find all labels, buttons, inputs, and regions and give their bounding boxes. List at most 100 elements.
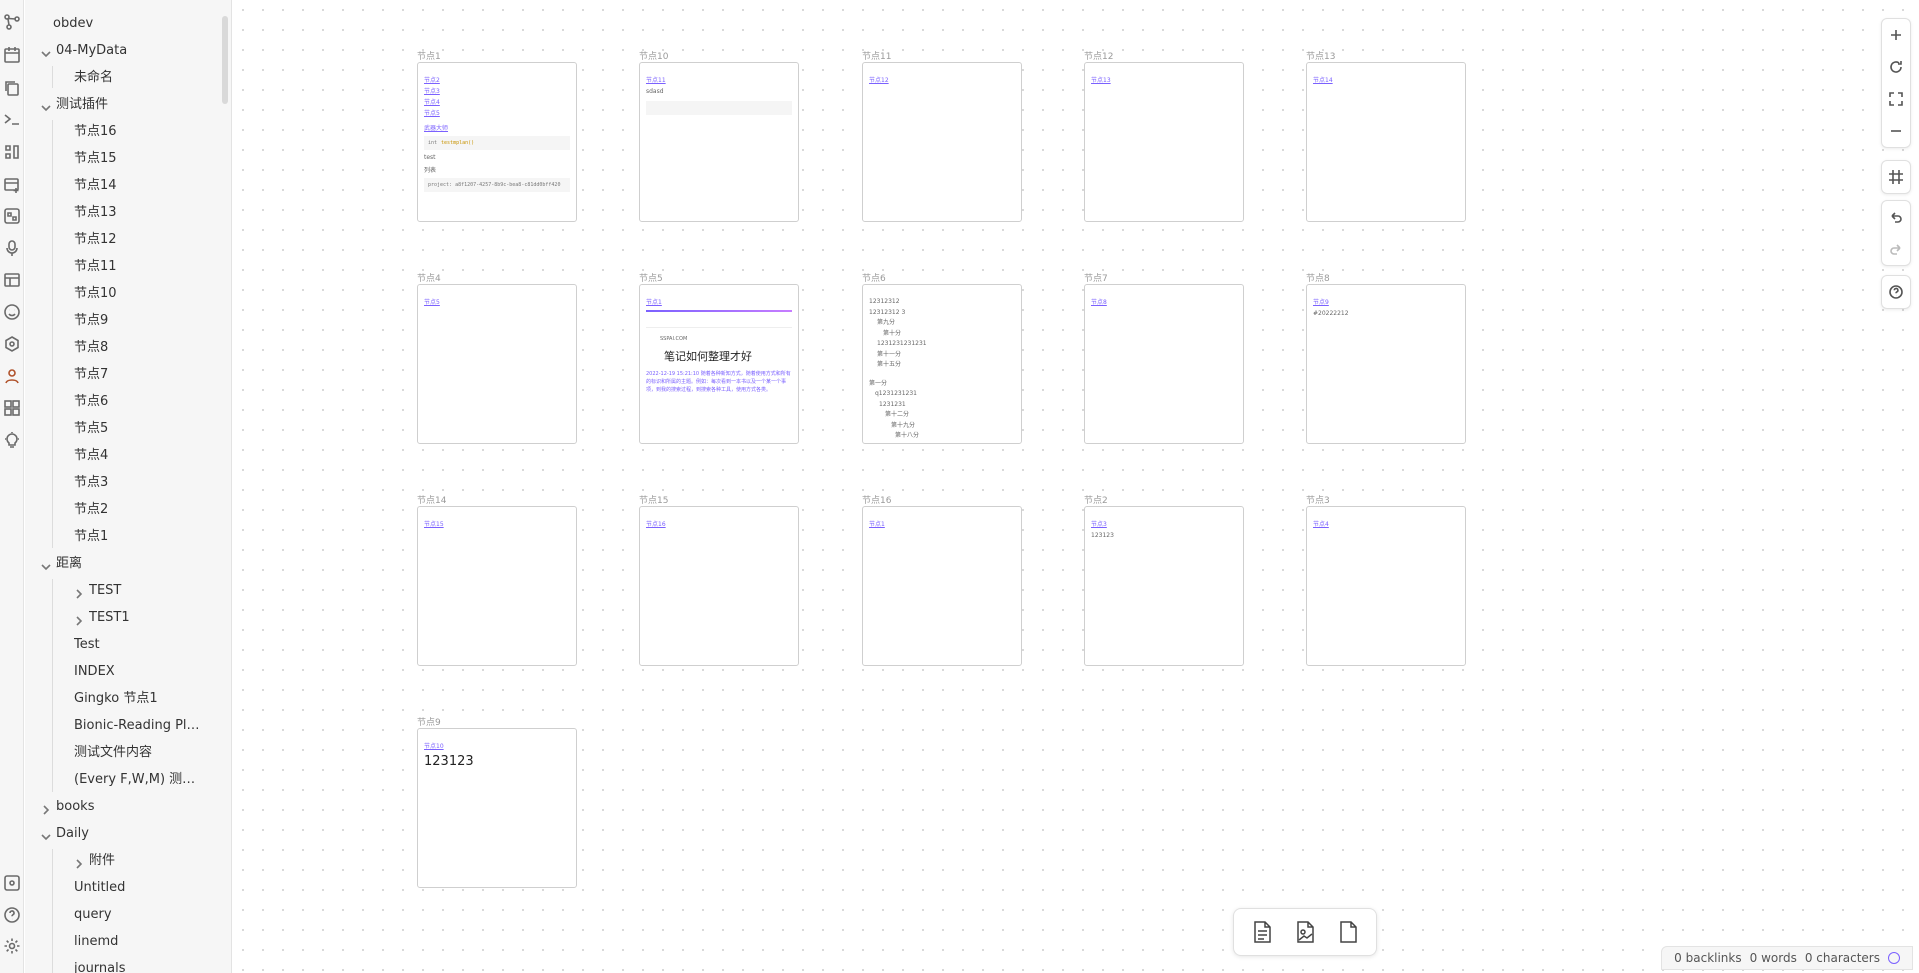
canvas-node[interactable]: 节点11 sdasd bbox=[639, 62, 799, 222]
help-icon[interactable] bbox=[1882, 276, 1910, 308]
tree-file[interactable]: 测试文件内容 bbox=[74, 741, 203, 765]
canvas-node[interactable]: 12312312 12312312 3 第九分 第十分 1231231231231 第十一… bbox=[862, 284, 1022, 444]
sidebar-scrollbar[interactable] bbox=[222, 16, 228, 104]
tree-file[interactable]: 节点6 bbox=[74, 390, 203, 414]
internal-link[interactable]: 节点3 bbox=[1091, 519, 1237, 528]
add-file-icon[interactable] bbox=[1331, 915, 1365, 949]
tree-file[interactable]: 节点14 bbox=[74, 174, 203, 198]
lightbulb-icon[interactable] bbox=[3, 431, 21, 449]
tree-file[interactable]: Untitled bbox=[74, 876, 203, 900]
template-icon[interactable] bbox=[3, 143, 21, 161]
tree-folder[interactable]: TEST bbox=[89, 579, 203, 603]
tree-file[interactable]: 节点5 bbox=[74, 417, 203, 441]
tree-file[interactable]: 节点7 bbox=[74, 363, 203, 387]
fit-icon[interactable] bbox=[1882, 83, 1910, 115]
canvas-node[interactable]: 节点15 bbox=[417, 506, 577, 666]
help-icon[interactable] bbox=[3, 906, 21, 924]
web-embed-title[interactable]: 笔记如何整理才好 bbox=[664, 348, 792, 364]
internal-link[interactable]: 节点11 bbox=[646, 75, 792, 84]
tree-file[interactable]: 节点15 bbox=[74, 147, 203, 171]
internal-link[interactable]: 武器大师 bbox=[424, 123, 570, 132]
internal-link[interactable]: 节点2 bbox=[424, 75, 570, 84]
snap-grid-icon[interactable] bbox=[1882, 161, 1910, 193]
tree-file[interactable]: linemd bbox=[74, 930, 203, 954]
canvas-node[interactable]: 节点16 bbox=[639, 506, 799, 666]
tree-folder[interactable]: 附件 bbox=[89, 849, 203, 873]
user-icon[interactable] bbox=[3, 367, 21, 385]
table-icon[interactable] bbox=[3, 271, 21, 289]
microphone-icon[interactable] bbox=[3, 239, 21, 257]
tree-file[interactable]: 节点16 bbox=[74, 120, 203, 144]
internal-link[interactable]: 节点8 bbox=[1091, 297, 1237, 306]
internal-link[interactable]: 节点14 bbox=[1313, 75, 1459, 84]
internal-link[interactable]: 节点10 bbox=[424, 741, 570, 750]
internal-link[interactable]: 节点12 bbox=[869, 75, 1015, 84]
tree-file[interactable]: Gingko 节点1 bbox=[74, 687, 203, 711]
chevron-down-icon[interactable] bbox=[40, 99, 52, 112]
internal-link[interactable]: 节点13 bbox=[1091, 75, 1237, 84]
canvas-node[interactable]: 节点1 SSPAI.COM 笔记如何整理才好 2022-12-19 15:21:10 … bbox=[639, 284, 799, 444]
chevron-right-icon[interactable] bbox=[73, 855, 85, 869]
reset-icon[interactable] bbox=[1882, 51, 1910, 83]
smile-icon[interactable] bbox=[3, 303, 21, 321]
internal-link[interactable]: 节点5 bbox=[424, 297, 570, 306]
add-media-icon[interactable] bbox=[1288, 915, 1322, 949]
tree-file[interactable]: 节点8 bbox=[74, 336, 203, 360]
tree-folder[interactable]: 04-MyData bbox=[56, 39, 203, 63]
chevron-right-icon[interactable] bbox=[73, 612, 85, 626]
canvas-node[interactable]: 节点4 bbox=[1306, 506, 1466, 666]
chevron-down-icon[interactable] bbox=[40, 45, 52, 58]
canvas-node[interactable]: 节点8 bbox=[1084, 284, 1244, 444]
internal-link[interactable]: 节点1 bbox=[646, 297, 792, 306]
vault-name[interactable]: obdev bbox=[53, 12, 93, 36]
internal-link[interactable]: 节点9 bbox=[1313, 297, 1459, 306]
terminal-icon[interactable] bbox=[3, 110, 21, 128]
tree-file[interactable]: 节点9 bbox=[74, 309, 203, 333]
dashboard-icon[interactable] bbox=[3, 399, 21, 417]
tree-folder[interactable]: 距离 bbox=[56, 552, 203, 576]
tree-file[interactable]: Test bbox=[74, 633, 203, 657]
settings-icon[interactable] bbox=[3, 937, 21, 955]
undo-icon[interactable] bbox=[1882, 201, 1910, 233]
hexagon-icon[interactable] bbox=[3, 335, 21, 353]
vault-icon[interactable] bbox=[3, 874, 21, 892]
tree-file[interactable]: 节点3 bbox=[74, 471, 203, 495]
tree-file[interactable]: (Every F,W,M) 测… bbox=[74, 768, 203, 792]
internal-link[interactable]: 节点16 bbox=[646, 519, 792, 528]
tree-file[interactable]: INDEX bbox=[74, 660, 203, 684]
canvas-node[interactable]: 节点2 节点3 节点4 节点5 武器大师 int testmplan() test 列表 proj… bbox=[417, 62, 577, 222]
internal-link[interactable]: 节点1 bbox=[869, 519, 1015, 528]
tree-file[interactable]: 节点4 bbox=[74, 444, 203, 468]
canvas-node[interactable]: 节点9 #20222212 bbox=[1306, 284, 1466, 444]
tree-file[interactable]: 节点2 bbox=[74, 498, 203, 522]
canvas-node[interactable]: 节点3 123123 bbox=[1084, 506, 1244, 666]
sync-status-icon[interactable] bbox=[1888, 952, 1900, 964]
tree-file[interactable]: 节点12 bbox=[74, 228, 203, 252]
tree-file[interactable]: 未命名 bbox=[74, 66, 203, 90]
canvas-view[interactable]: 节点1 节点2 节点3 节点4 节点5 武器大师 int testmplan() test 列表 p… bbox=[233, 0, 1919, 973]
redo-icon[interactable] bbox=[1882, 233, 1910, 265]
copy-icon[interactable] bbox=[3, 79, 21, 97]
chevron-down-icon[interactable] bbox=[40, 558, 52, 571]
internal-link[interactable]: 节点5 bbox=[424, 108, 570, 117]
web-embed-toolbar[interactable] bbox=[646, 318, 792, 328]
zoom-out-icon[interactable] bbox=[1882, 115, 1910, 147]
canvas-node[interactable]: 节点1 bbox=[862, 506, 1022, 666]
internal-link[interactable]: 节点15 bbox=[424, 519, 570, 528]
internal-link[interactable]: 节点3 bbox=[424, 86, 570, 95]
tree-file[interactable]: 节点13 bbox=[74, 201, 203, 225]
tree-file[interactable]: journals bbox=[74, 957, 203, 973]
add-panel-icon[interactable] bbox=[3, 176, 21, 194]
add-note-icon[interactable] bbox=[1245, 915, 1279, 949]
tree-folder[interactable]: Daily bbox=[56, 822, 203, 846]
tree-folder[interactable]: 测试插件 bbox=[56, 93, 203, 117]
canvas-icon[interactable] bbox=[3, 207, 21, 225]
graph-icon[interactable] bbox=[3, 13, 21, 31]
chevron-right-icon[interactable] bbox=[73, 585, 85, 599]
tree-file[interactable]: 节点10 bbox=[74, 282, 203, 306]
tree-folder[interactable]: books bbox=[56, 795, 203, 819]
tree-file[interactable]: 节点11 bbox=[74, 255, 203, 279]
tree-folder[interactable]: TEST1 bbox=[89, 606, 203, 630]
backlinks-count[interactable]: 0 backlinks bbox=[1674, 951, 1741, 965]
internal-link[interactable]: 节点4 bbox=[424, 97, 570, 106]
